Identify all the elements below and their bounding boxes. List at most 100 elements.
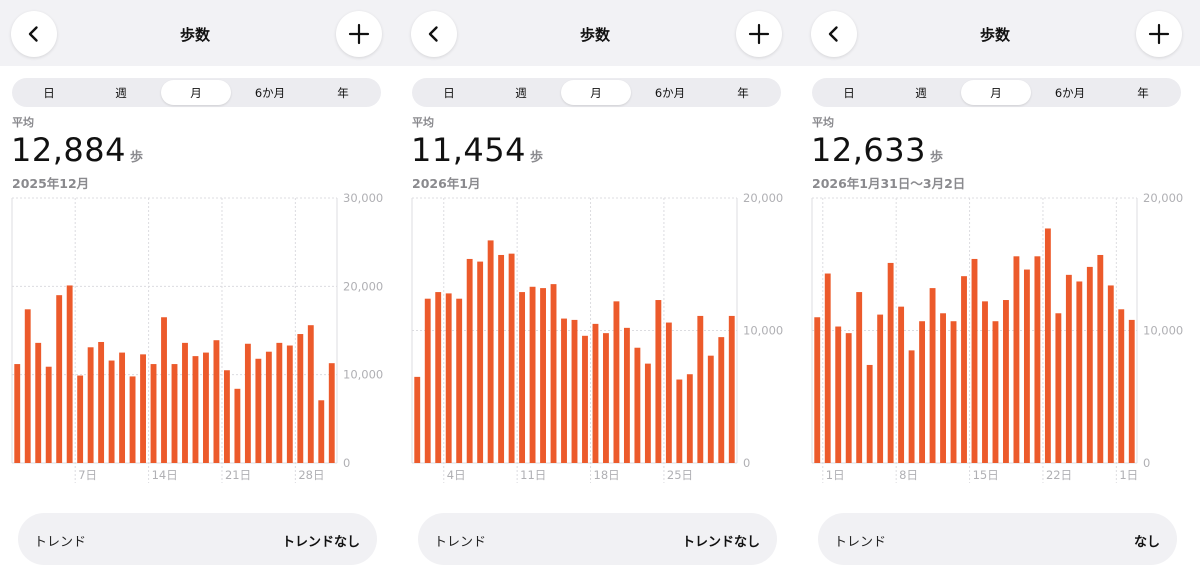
page-title: 歩数: [179, 26, 210, 44]
period-segmented-control: 日 週 月 6か月 年: [812, 78, 1181, 107]
trend-row[interactable]: トレンド トレンドなし: [418, 513, 777, 565]
steps-unit: 歩: [129, 150, 144, 165]
segment-week[interactable]: 週: [886, 80, 956, 105]
y-tick-label: 20,000: [1143, 191, 1183, 205]
daily-steps-bar: [877, 314, 884, 463]
x-tick-label: 18日: [594, 468, 620, 482]
daily-steps-bar: [66, 285, 73, 463]
segment-6-months[interactable]: 6か月: [234, 80, 306, 105]
add-button[interactable]: [336, 11, 382, 57]
daily-steps-bar: [328, 363, 335, 463]
daily-steps-bar: [182, 342, 188, 463]
daily-steps-bar: [14, 364, 21, 463]
average-steps-value: 11,454 歩: [411, 131, 543, 169]
daily-steps-bar: [898, 306, 905, 463]
daily-steps-bar: [529, 286, 536, 463]
daily-steps-bar: [613, 301, 620, 463]
nav-header: 歩数: [400, 0, 800, 66]
daily-steps-bar: [571, 319, 578, 463]
daily-steps-bar: [498, 254, 505, 463]
daily-steps-bar: [223, 370, 230, 463]
daily-steps-bar: [718, 337, 725, 463]
daily-steps-bar: [276, 342, 283, 463]
segment-day[interactable]: 日: [14, 80, 84, 105]
daily-steps-bar: [697, 315, 704, 463]
daily-steps-bar: [150, 364, 157, 463]
x-tick-label: 25日: [667, 468, 693, 482]
segment-day[interactable]: 日: [414, 80, 484, 105]
segment-year[interactable]: 年: [708, 80, 778, 105]
plus-icon: [1148, 23, 1170, 45]
daily-steps-bar: [1065, 274, 1072, 463]
segment-month[interactable]: 月: [561, 80, 631, 105]
plus-icon: [348, 23, 370, 45]
daily-steps-bar: [676, 379, 683, 463]
x-tick-label: 14日: [152, 468, 178, 482]
trend-row[interactable]: トレンド トレンドなし: [18, 513, 377, 565]
trend-label: トレンド: [34, 535, 87, 550]
daily-steps-bar: [286, 345, 293, 463]
daily-steps-bar: [119, 352, 126, 463]
segment-year[interactable]: 年: [308, 80, 378, 105]
x-tick-label: 8日: [899, 468, 918, 482]
daily-steps-bar: [1086, 266, 1093, 463]
segment-6-months[interactable]: 6か月: [1034, 80, 1106, 105]
daily-steps-bar: [908, 350, 915, 463]
daily-steps-bar: [435, 292, 442, 463]
add-button[interactable]: [1136, 11, 1182, 57]
steps-bar-chart: 0 10,000 20,000 4日 11日 18日 25日: [411, 191, 783, 483]
average-number: 11,454: [411, 131, 526, 169]
segment-month[interactable]: 月: [961, 80, 1031, 105]
daily-steps-bar: [623, 327, 630, 463]
x-tick-label: 15日: [973, 468, 999, 482]
daily-steps-bar: [644, 363, 651, 463]
segment-6-months[interactable]: 6か月: [634, 80, 706, 105]
steps-bar-chart: 0 10,000 20,000 30,000 7日 14日 21日 28日: [11, 191, 383, 483]
daily-steps-bar: [824, 273, 831, 463]
segment-year[interactable]: 年: [1108, 80, 1178, 105]
daily-steps-bar: [140, 354, 146, 463]
add-button[interactable]: [736, 11, 782, 57]
daily-steps-bar: [592, 323, 599, 463]
daily-steps-bar: [203, 352, 209, 463]
trend-row[interactable]: トレンド なし: [818, 513, 1177, 565]
daily-steps-bar: [171, 364, 178, 463]
daily-steps-bar: [456, 298, 463, 463]
y-tick-label: 10,000: [343, 368, 383, 382]
daily-steps-bar: [129, 376, 136, 463]
daily-steps-bar: [835, 326, 842, 463]
daily-steps-bar: [582, 335, 588, 463]
page-title: 歩数: [579, 26, 610, 44]
trend-label: トレンド: [834, 535, 887, 550]
segment-week[interactable]: 週: [486, 80, 556, 105]
daily-steps-bar: [265, 351, 272, 463]
daily-steps-bar: [982, 301, 988, 463]
daily-steps-bar: [866, 364, 873, 463]
daily-steps-bar: [56, 295, 63, 463]
daily-steps-bar: [856, 292, 863, 463]
daily-steps-bar: [297, 334, 304, 463]
daily-steps-bar: [561, 318, 567, 463]
daily-steps-bar: [1044, 228, 1051, 463]
x-tick-label: 4日: [447, 468, 466, 482]
period-segmented-control: 日 週 月 6か月 年: [12, 78, 381, 107]
daily-steps-bar: [87, 347, 94, 463]
x-tick-label: 22日: [1046, 468, 1072, 482]
trend-value: トレンドなし: [681, 535, 760, 550]
daily-steps-bar: [1076, 281, 1083, 463]
segment-day[interactable]: 日: [814, 80, 884, 105]
daily-steps-bar: [519, 292, 526, 463]
daily-steps-bar: [1118, 309, 1125, 463]
segment-week[interactable]: 週: [86, 80, 156, 105]
average-label: 平均: [412, 116, 434, 129]
y-tick-label: 0: [1143, 456, 1150, 470]
daily-steps-bar: [466, 258, 473, 463]
daily-steps-bar: [950, 321, 957, 463]
daily-steps-bar: [845, 333, 852, 463]
x-tick-label: 28日: [298, 468, 324, 482]
daily-steps-bar: [1107, 285, 1114, 463]
daily-steps-bar: [77, 375, 84, 463]
segment-month[interactable]: 月: [161, 80, 231, 105]
daily-steps-bar: [161, 317, 167, 463]
daily-steps-bar: [424, 298, 431, 463]
